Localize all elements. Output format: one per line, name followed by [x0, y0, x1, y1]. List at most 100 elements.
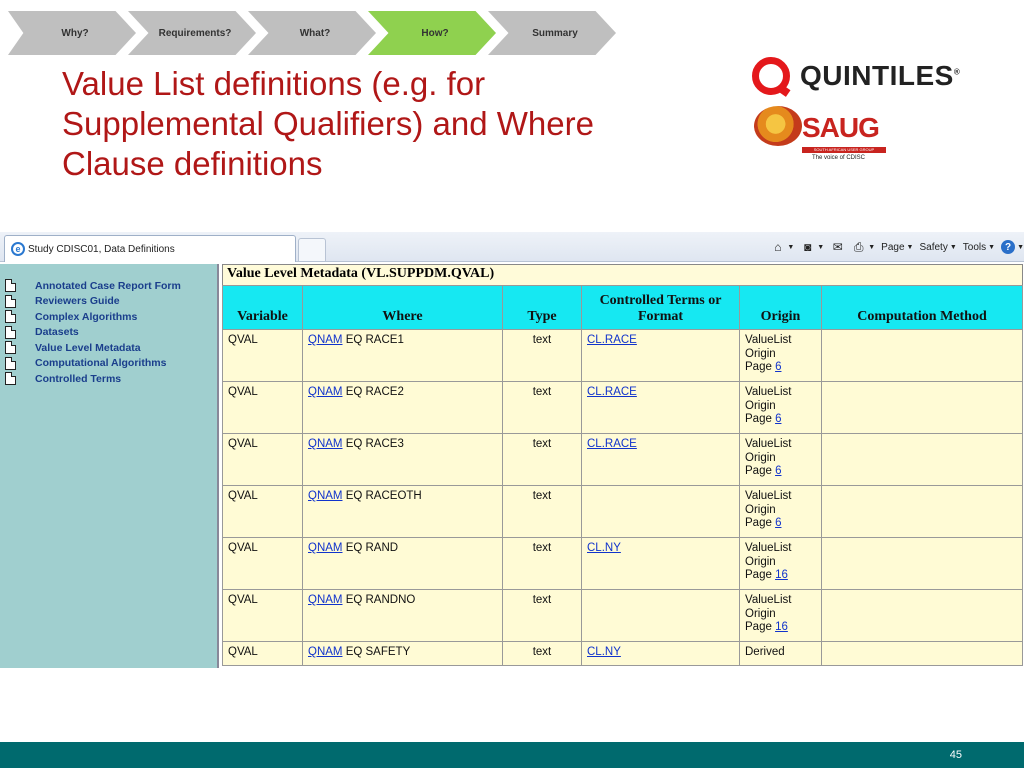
cell-type: text	[502, 537, 582, 590]
breadcrumb-step-how[interactable]: How?	[368, 11, 496, 55]
breadcrumb-step-requirements[interactable]: Requirements?	[128, 11, 256, 55]
page-link[interactable]: 16	[775, 569, 788, 581]
chevron-down-icon: ▼	[949, 243, 957, 251]
qnam-link[interactable]: QNAM	[308, 438, 343, 450]
cell-type: text	[502, 329, 582, 382]
breadcrumb-step-why[interactable]: Why?	[8, 11, 136, 55]
cell-variable: QVAL	[222, 537, 303, 590]
value-level-metadata-table: Value Level Metadata (VL.SUPPDM.QVAL) Va…	[222, 264, 1023, 666]
mail-icon: ✉	[832, 240, 843, 254]
nav-link[interactable]: Value Level Metadata	[35, 342, 141, 354]
page-link[interactable]: 6	[775, 465, 781, 477]
nav-link[interactable]: Complex Algorithms	[35, 311, 137, 323]
print-button[interactable]: ⎙ ▼	[851, 240, 875, 255]
table-row: QVAL QNAM EQ RANDNO text ValueList Origin…	[222, 589, 1023, 642]
feeds-button[interactable]: ◙ ▼	[800, 240, 824, 255]
chevron-down-icon: ▼	[1017, 243, 1024, 251]
page-link[interactable]: 6	[775, 517, 781, 529]
column-header-computation-method: Computation Method	[821, 285, 1023, 330]
document-icon	[5, 372, 16, 386]
cell-variable: QVAL	[222, 433, 303, 486]
cell-terms: CL.RACE	[581, 381, 740, 434]
cell-origin: ValueList Origin Page 6	[739, 485, 822, 538]
slide-title-line: Supplemental Qualifiers) and Where	[62, 105, 594, 142]
qnam-link[interactable]: QNAM	[308, 542, 343, 554]
quintiles-q-icon	[752, 57, 790, 95]
chevron-down-icon: ▼	[787, 243, 795, 251]
table-header-row: Variable Where Type Controlled Terms or …	[222, 285, 1023, 330]
qnam-link[interactable]: QNAM	[308, 594, 343, 606]
nav-item-reviewers-guide: Reviewers Guide	[0, 294, 217, 310]
codelist-link[interactable]: CL.RACE	[587, 386, 637, 398]
cell-computation	[821, 641, 1023, 666]
nav-item-controlled-terms: Controlled Terms	[0, 371, 217, 387]
breadcrumb-step-summary[interactable]: Summary	[488, 11, 616, 55]
saug-logo: SAUG SOUTH AFRICAN USER GROUP The voice …	[752, 104, 902, 166]
tools-menu[interactable]: Tools ▼	[963, 242, 995, 253]
mail-button[interactable]: ✉	[830, 240, 845, 255]
home-icon: ⌂	[774, 240, 782, 254]
codelist-link[interactable]: CL.NY	[587, 542, 621, 554]
page-menu[interactable]: Page ▼	[881, 242, 913, 253]
qnam-link[interactable]: QNAM	[308, 334, 343, 346]
cell-computation	[821, 485, 1023, 538]
content-pane: Value Level Metadata (VL.SUPPDM.QVAL) Va…	[221, 264, 1024, 668]
cell-origin: ValueList Origin Page 6	[739, 433, 822, 486]
nav-link[interactable]: Annotated Case Report Form	[35, 280, 181, 292]
cell-where: QNAM EQ RANDNO	[302, 589, 503, 642]
cell-terms: CL.NY	[581, 537, 740, 590]
codelist-link[interactable]: CL.RACE	[587, 334, 637, 346]
qnam-link[interactable]: QNAM	[308, 646, 343, 658]
saug-emblem-icon	[754, 106, 802, 146]
nav-link[interactable]: Datasets	[35, 326, 79, 338]
help-menu[interactable]: ? ▼	[1001, 240, 1024, 254]
new-tab-button[interactable]	[298, 238, 326, 261]
nav-link[interactable]: Controlled Terms	[35, 373, 121, 385]
cell-computation	[821, 381, 1023, 434]
table-caption: Value Level Metadata (VL.SUPPDM.QVAL)	[222, 264, 1023, 285]
cell-type: text	[502, 589, 582, 642]
cell-where: QNAM EQ RACE1	[302, 329, 503, 382]
table-row: QVAL QNAM EQ RACEOTH text ValueList Origi…	[222, 485, 1023, 538]
browser-tab-bar: e Study CDISC01, Data Definitions ⌂ ▼ ◙ ▼ …	[0, 232, 1024, 262]
page-link[interactable]: 6	[775, 413, 781, 425]
cell-computation	[821, 433, 1023, 486]
column-header-type: Type	[502, 285, 582, 330]
nav-link[interactable]: Reviewers Guide	[35, 295, 120, 307]
cell-where: QNAM EQ SAFETY	[302, 641, 503, 666]
document-icon	[5, 294, 16, 308]
home-button[interactable]: ⌂ ▼	[770, 240, 794, 255]
cell-where: QNAM EQ RACEOTH	[302, 485, 503, 538]
command-bar: ⌂ ▼ ◙ ▼ ✉ ⎙ ▼ Page ▼ Safety ▼ Tools ▼ ? ▼	[770, 236, 1024, 258]
browser-tab[interactable]: e Study CDISC01, Data Definitions	[4, 235, 296, 262]
nav-item-datasets: Datasets	[0, 325, 217, 341]
navigation-pane: Annotated Case Report Form Reviewers Gui…	[0, 264, 219, 668]
column-header-where: Where	[302, 285, 503, 330]
feeds-icon: ◙	[804, 240, 812, 254]
cell-type: text	[502, 433, 582, 486]
page-link[interactable]: 6	[775, 361, 781, 373]
table-row: QVAL QNAM EQ RAND text CL.NY ValueList Or…	[222, 537, 1023, 590]
nav-item-annotated-crf: Annotated Case Report Form	[0, 278, 217, 294]
safety-menu[interactable]: Safety ▼	[919, 242, 956, 253]
cell-variable: QVAL	[222, 589, 303, 642]
saug-wordmark: SAUG	[802, 112, 880, 143]
breadcrumb-step-what[interactable]: What?	[248, 11, 376, 55]
nav-link[interactable]: Computational Algorithms	[35, 357, 166, 369]
nav-list: Annotated Case Report Form Reviewers Gui…	[0, 264, 217, 387]
document-icon	[5, 279, 16, 293]
page-link[interactable]: 16	[775, 621, 788, 633]
nav-item-complex-algorithms: Complex Algorithms	[0, 309, 217, 325]
chevron-down-icon: ▼	[868, 243, 876, 251]
chevron-down-icon: ▼	[988, 243, 996, 251]
cell-variable: QVAL	[222, 329, 303, 382]
cell-type: text	[502, 485, 582, 538]
table-row: QVAL QNAM EQ RACE3 text CL.RACE ValueLis…	[222, 433, 1023, 486]
codelist-link[interactable]: CL.NY	[587, 646, 621, 658]
qnam-link[interactable]: QNAM	[308, 490, 343, 502]
help-icon: ?	[1001, 240, 1016, 254]
codelist-link[interactable]: CL.RACE	[587, 438, 637, 450]
column-header-variable: Variable	[222, 285, 303, 330]
qnam-link[interactable]: QNAM	[308, 386, 343, 398]
cell-where: QNAM EQ RACE2	[302, 381, 503, 434]
